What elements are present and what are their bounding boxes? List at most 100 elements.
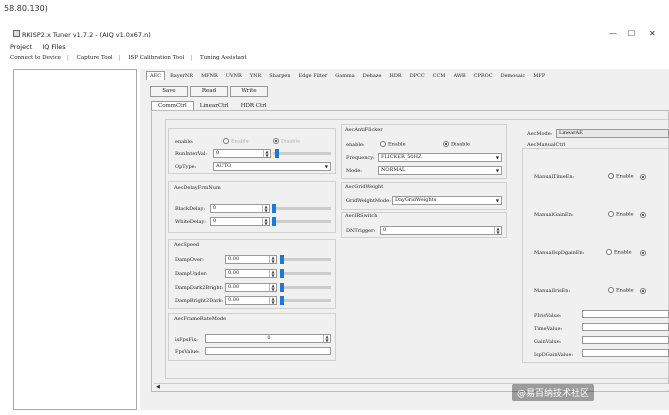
manualiris-disable-radio[interactable] [640,287,648,294]
runinterval-spinbox[interactable]: 0 ▲ ▼ [213,149,271,158]
dampover-spinbox[interactable]: 0.00 ▲ ▼ [225,255,277,264]
slider-handle[interactable] [272,217,276,226]
dampbright-slider[interactable] [280,299,331,302]
dampunder-value: 0.00 [228,270,240,276]
dampbright-value: 0.00 [228,297,240,303]
tab-edge-filter[interactable]: Edge Filter [296,72,331,80]
isp-calibration-button[interactable]: ISP Calibration Tool [128,55,184,61]
disable-opt: Disable [281,138,300,145]
manualgain-disable-radio[interactable] [640,211,648,218]
slider-handle[interactable] [280,296,284,305]
dampdark-spinbox[interactable]: 0.00 ▲ ▼ [225,283,277,292]
manualtime-disable-radio[interactable] [640,173,648,180]
spin-arrows-icon[interactable]: ▲ ▼ [262,205,269,212]
gainvalue-label: GainValue: [534,339,562,345]
enable-radio[interactable]: Enable [223,138,249,145]
spin-arrows-icon[interactable]: ▲ ▼ [494,227,501,234]
delay-title: AecDelayFrmNum [174,185,221,191]
close-button[interactable]: ✕ [649,29,656,38]
maximize-button[interactable]: ☐ [628,29,635,38]
gridweight-combo[interactable]: DayGridWeights ▼ [392,196,502,205]
isfpsfix-spinbox[interactable]: 0 ▲ ▼ [205,334,331,343]
tab-mfp[interactable]: MFP [530,72,548,80]
dampbright-spinbox[interactable]: 0.00 ▲ ▼ [225,296,277,305]
spin-arrows-icon[interactable]: ▲ ▼ [269,297,276,304]
isfpsfix-label: isFpsFix: [175,337,198,343]
tab-ccm[interactable]: CCM [430,72,449,80]
dampunder-slider[interactable] [280,272,331,275]
spin-arrows-icon[interactable]: ▲ ▼ [269,270,276,277]
tab-hdrctrl[interactable]: HDR Ctrl [235,102,273,110]
tab-sharpen[interactable]: Sharpen [266,72,293,80]
tab-linearctrl[interactable]: LinearCtrl [194,102,235,110]
tuning-assistant-button[interactable]: Tuning Assistant [200,55,247,61]
slider-handle[interactable] [280,269,284,278]
slider-handle[interactable] [280,283,284,292]
ispdgainvalue-input[interactable] [582,349,669,357]
whitedelay-slider[interactable] [272,220,331,223]
spin-arrows-icon[interactable]: ▲ ▼ [263,150,270,157]
spin-arrows-icon[interactable]: ▲ ▼ [269,284,276,291]
manualisp-disable-radio[interactable] [640,249,648,256]
read-button[interactable]: Read [190,86,228,97]
tab-awb[interactable]: AWB [450,72,468,80]
blackdelay-slider[interactable] [272,207,331,210]
left-panel[interactable] [13,69,137,410]
minimize-button[interactable]: — [609,29,617,38]
tab-dpcc[interactable]: DPCC [407,72,428,80]
connect-device-button[interactable]: Connect to Device [10,55,61,61]
antiflicker-title: AecAntiFlicker [345,127,383,133]
dampunder-spinbox[interactable]: 0.00 ▲ ▼ [225,269,277,278]
blackdelay-spinbox[interactable]: 0 ▲ ▼ [210,204,270,213]
af-enable-radio[interactable]: Enable [380,141,406,148]
optype-combo[interactable]: AUTO ▼ [213,162,331,171]
slider-handle[interactable] [272,204,276,213]
fpsvalue-input[interactable] [205,347,331,355]
ispdgainvalue-label: IspDGainValue: [534,352,574,358]
tab-gamma[interactable]: Gamma [332,72,357,80]
spin-arrows-icon[interactable]: ▲ ▼ [262,218,269,225]
af-disable-radio[interactable]: Disable [443,141,470,148]
timevalue-input[interactable] [582,323,669,331]
tab-aec[interactable]: AEC [146,71,166,80]
slider-handle[interactable] [275,149,279,158]
tab-dehaze[interactable]: Dehaze [360,72,385,80]
capture-tool-button[interactable]: Capture Tool [77,55,113,61]
tab-demosaic[interactable]: Demosaic [498,72,529,80]
scroll-left-icon[interactable]: ◀ [156,384,160,390]
runinterval-slider[interactable] [273,152,331,155]
tab-cproc[interactable]: CPROC [471,72,496,80]
radio-icon [380,141,386,147]
aecmode-field[interactable]: LinearAE [556,129,669,138]
tab-commctrl[interactable]: CommCtrl [151,101,194,110]
menu-iq-files[interactable]: IQ Files [42,43,65,51]
dampdark-slider[interactable] [280,286,331,289]
chevron-down-icon: ▼ [495,168,499,173]
manualtime-enable-radio[interactable]: Enable [608,173,634,180]
tab-hdr[interactable]: HDR [386,72,404,80]
whitedelay-spinbox[interactable]: 0 ▲ ▼ [210,217,270,226]
write-button[interactable]: Write [230,86,268,97]
dntrigger-spinbox[interactable]: 0 ▲ ▼ [380,226,502,235]
dampover-slider[interactable] [280,258,331,261]
af-mode-label: Mode: [346,168,362,174]
gridweight-label: GridWeightMode: [346,198,391,204]
frequency-combo[interactable]: FLICKER_50HZ ▼ [378,153,502,162]
af-mode-combo[interactable]: NORMAL ▼ [378,166,502,175]
tab-ynr[interactable]: YNR [247,72,264,80]
menu-project[interactable]: Project [10,43,32,51]
tab-mfnr[interactable]: MFNR [198,72,221,80]
timevalue-label: TimeValue: [534,326,563,332]
tab-uvnr[interactable]: UVNR [223,72,245,80]
manualisp-enable-radio[interactable]: Enable [606,249,632,256]
gainvalue-input[interactable] [582,336,669,344]
pirisvalue-input[interactable] [582,310,669,318]
manualiris-enable-radio[interactable]: Enable [608,287,634,294]
spin-arrows-icon[interactable]: ▲ ▼ [269,256,276,263]
slider-handle[interactable] [280,255,284,264]
spin-arrows-icon[interactable]: ▲ ▼ [323,335,330,342]
manualgain-enable-radio[interactable]: Enable [608,211,634,218]
tab-bayernr[interactable]: BayerNR [167,72,196,80]
disable-radio[interactable]: Disable [273,138,300,145]
save-button[interactable]: Save [150,86,188,97]
